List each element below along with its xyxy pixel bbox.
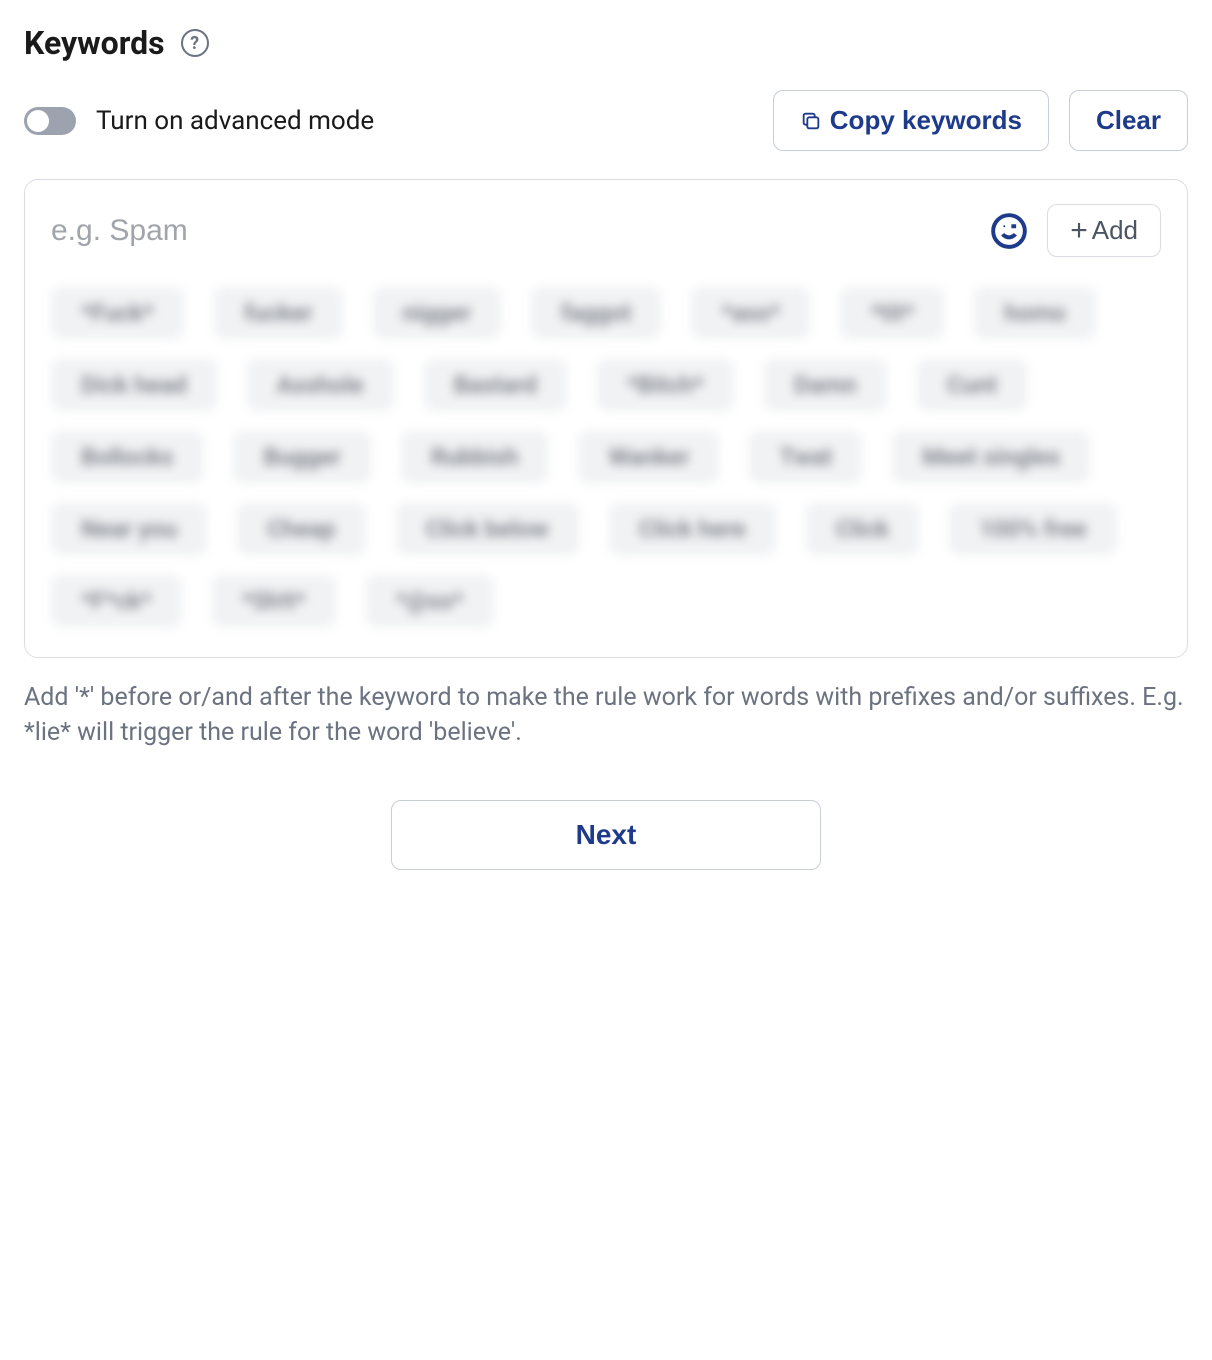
advanced-mode-toggle[interactable]: [24, 107, 76, 135]
add-keyword-button[interactable]: + Add: [1047, 204, 1161, 257]
advanced-mode-label: Turn on advanced mode: [96, 106, 374, 136]
next-button[interactable]: Next: [391, 800, 821, 870]
keyword-input[interactable]: [51, 214, 971, 248]
keyword-chip[interactable]: Asshole: [247, 359, 394, 411]
input-row: + Add: [51, 204, 1161, 257]
keyword-chip[interactable]: Rubbish: [401, 431, 549, 483]
keyword-chip-list: *Fuck* fucker nigger faggot *ass* *tit* homo Di…: [51, 287, 1161, 627]
keyword-chip[interactable]: nigger: [373, 287, 502, 339]
keyword-chip[interactable]: Cunt: [917, 359, 1028, 411]
toggle-knob: [27, 110, 49, 132]
keyword-chip[interactable]: Wanker: [578, 431, 719, 483]
keyword-chip[interactable]: *tit*: [840, 287, 944, 339]
plus-icon: +: [1070, 216, 1088, 246]
keyword-chip[interactable]: *Sh!t*: [212, 575, 336, 627]
keyword-chip[interactable]: Meet singles: [892, 431, 1090, 483]
section-title: Keywords: [24, 24, 165, 62]
controls-row: Turn on advanced mode Copy keywords Clea…: [24, 90, 1188, 151]
keyword-chip[interactable]: faggot: [531, 287, 661, 339]
advanced-mode-group: Turn on advanced mode: [24, 106, 753, 136]
keyword-chip[interactable]: Cheap: [237, 503, 365, 555]
keyword-chip[interactable]: Bugger: [233, 431, 370, 483]
copy-keywords-label: Copy keywords: [830, 105, 1022, 136]
clear-button[interactable]: Clear: [1069, 90, 1188, 151]
keyword-chip[interactable]: 100% free: [949, 503, 1117, 555]
section-header: Keywords ?: [24, 24, 1188, 62]
keyword-chip[interactable]: Click here: [609, 503, 776, 555]
wink-smiley-icon: [990, 212, 1028, 250]
keywords-box: + Add *Fuck* fucker nigger faggot *ass* *tit*…: [24, 179, 1188, 658]
hint-text: Add '*' before or/and after the keyword …: [24, 680, 1188, 750]
keyword-chip[interactable]: homo: [974, 287, 1095, 339]
keyword-chip[interactable]: Bastard: [424, 359, 567, 411]
copy-keywords-button[interactable]: Copy keywords: [773, 90, 1049, 151]
keyword-chip[interactable]: *@ss*: [366, 575, 494, 627]
keyword-chip[interactable]: fucker: [214, 287, 342, 339]
next-row: Next: [24, 800, 1188, 870]
keyword-chip[interactable]: *ass*: [691, 287, 810, 339]
keyword-chip[interactable]: Twat: [749, 431, 862, 483]
help-icon[interactable]: ?: [181, 29, 209, 57]
next-button-label: Next: [576, 819, 637, 850]
add-button-label: Add: [1092, 215, 1138, 246]
keyword-chip[interactable]: *Fuck*: [51, 287, 184, 339]
keyword-chip[interactable]: Damn: [764, 359, 887, 411]
keyword-chip[interactable]: Click below: [396, 503, 579, 555]
keyword-chip[interactable]: Click: [806, 503, 919, 555]
keyword-chip[interactable]: Near you: [51, 503, 207, 555]
keyword-chip[interactable]: Bollocks: [51, 431, 203, 483]
keyword-chip[interactable]: *F*ck*: [51, 575, 182, 627]
keyword-chip[interactable]: *Bitch*: [597, 359, 734, 411]
emoji-picker-button[interactable]: [989, 211, 1029, 251]
keyword-chip[interactable]: Dick head: [51, 359, 217, 411]
clear-button-label: Clear: [1096, 105, 1161, 136]
copy-icon: [800, 110, 822, 132]
